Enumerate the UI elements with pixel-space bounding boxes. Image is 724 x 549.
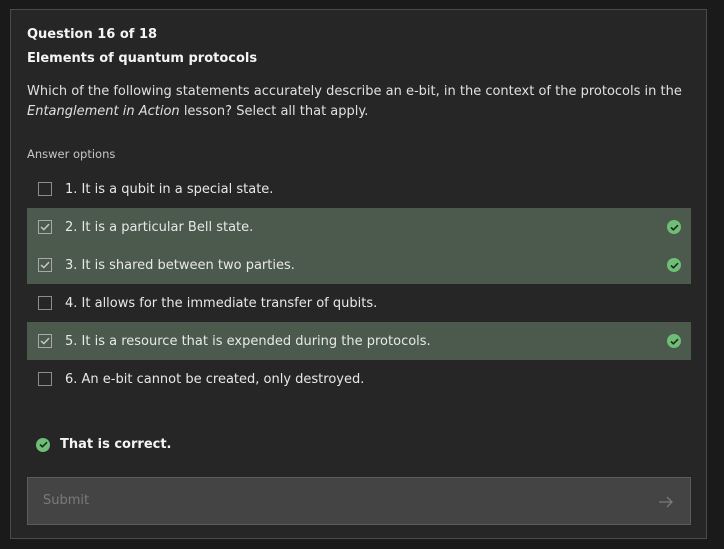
- feedback-text: That is correct.: [60, 437, 172, 452]
- answer-option-label: 1. It is a qubit in a special state.: [65, 181, 274, 197]
- answer-option-4[interactable]: 4. It allows for the immediate transfer …: [27, 284, 691, 322]
- answer-options-label: Answer options: [27, 147, 116, 161]
- answer-option-label: 5. It is a resource that is expended dur…: [65, 333, 431, 349]
- answer-option-1[interactable]: 1. It is a qubit in a special state.: [27, 170, 691, 208]
- answer-option-label: 2. It is a particular Bell state.: [65, 219, 254, 235]
- submit-button[interactable]: Submit: [27, 477, 691, 525]
- prompt-text-end: lesson? Select all that apply.: [179, 104, 369, 119]
- question-title: Elements of quantum protocols: [27, 51, 258, 66]
- question-prompt: Which of the following statements accura…: [27, 82, 687, 122]
- answer-option-label: 3. It is shared between two parties.: [65, 257, 295, 273]
- answer-option-label: 6. An e-bit cannot be created, only dest…: [65, 371, 365, 387]
- answer-option-2[interactable]: 2. It is a particular Bell state.: [27, 208, 691, 246]
- feedback-message: That is correct.: [36, 437, 172, 452]
- prompt-text-start: Which of the following statements accura…: [27, 84, 682, 99]
- answer-option-5[interactable]: 5. It is a resource that is expended dur…: [27, 322, 691, 360]
- check-circle-icon: [36, 437, 50, 452]
- prompt-lesson-name: Entanglement in Action: [27, 104, 180, 119]
- answer-option-6[interactable]: 6. An e-bit cannot be created, only dest…: [27, 360, 691, 398]
- question-number: Question 16 of 18: [27, 27, 158, 42]
- checkbox[interactable]: [38, 182, 52, 196]
- answer-option-3[interactable]: 3. It is shared between two parties.: [27, 246, 691, 284]
- checkbox[interactable]: [38, 258, 52, 272]
- checkbox[interactable]: [38, 334, 52, 348]
- answer-options-list: 1. It is a qubit in a special state. 2. …: [27, 170, 691, 398]
- checkbox[interactable]: [38, 220, 52, 234]
- correct-check-icon: [667, 334, 681, 348]
- answer-option-label: 4. It allows for the immediate transfer …: [65, 295, 378, 311]
- checkbox[interactable]: [38, 296, 52, 310]
- submit-label: Submit: [43, 493, 90, 508]
- correct-check-icon: [667, 220, 681, 234]
- checkbox[interactable]: [38, 372, 52, 386]
- question-panel: Question 16 of 18 Elements of quantum pr…: [10, 9, 707, 539]
- correct-check-icon: [667, 258, 681, 272]
- arrow-right-icon: [658, 494, 674, 513]
